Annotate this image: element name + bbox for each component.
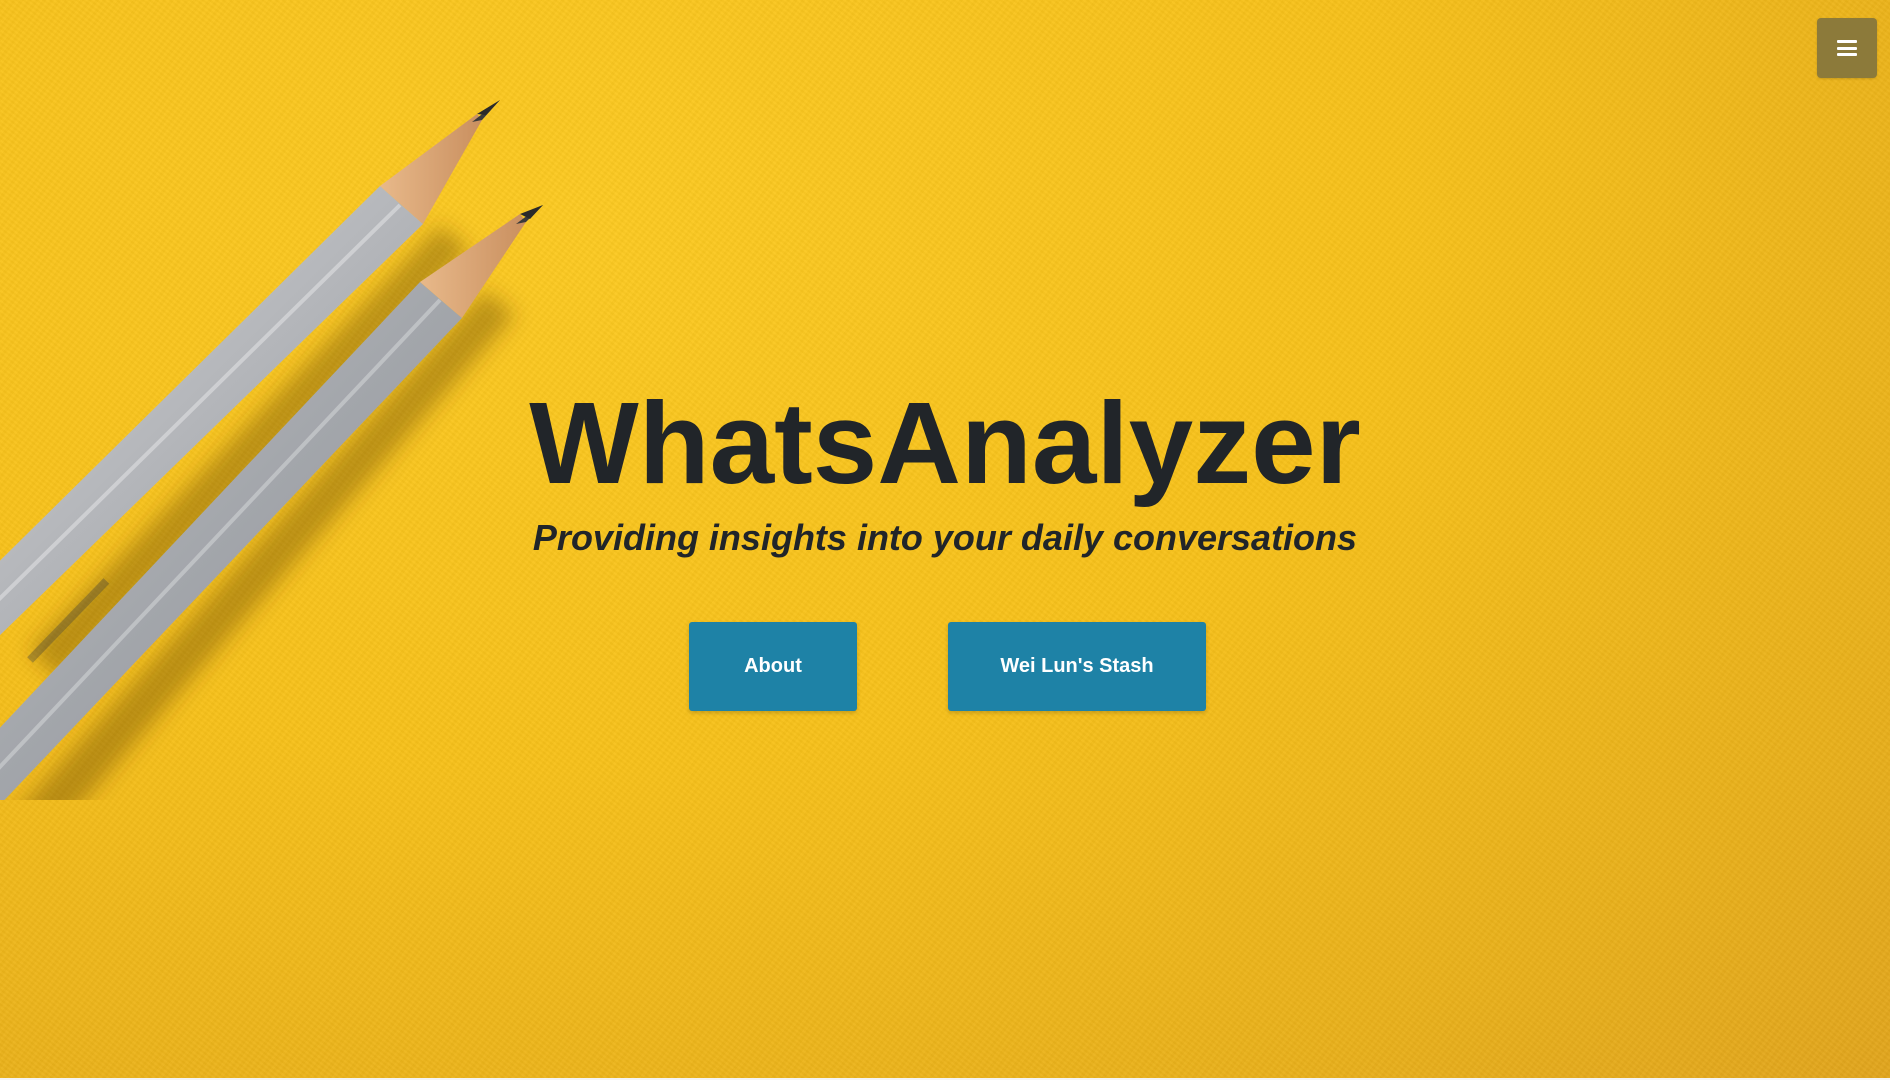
hero-section: WhatsAnalyzer Providing insights into yo… (0, 0, 1890, 1078)
page-title: WhatsAnalyzer (529, 378, 1361, 508)
about-button[interactable]: About (689, 622, 857, 711)
hamburger-menu-icon (1837, 40, 1857, 56)
wei-luns-stash-button[interactable]: Wei Lun's Stash (948, 622, 1206, 711)
page-subtitle: Providing insights into your daily conve… (532, 517, 1358, 558)
menu-toggle-button[interactable] (1817, 18, 1877, 78)
